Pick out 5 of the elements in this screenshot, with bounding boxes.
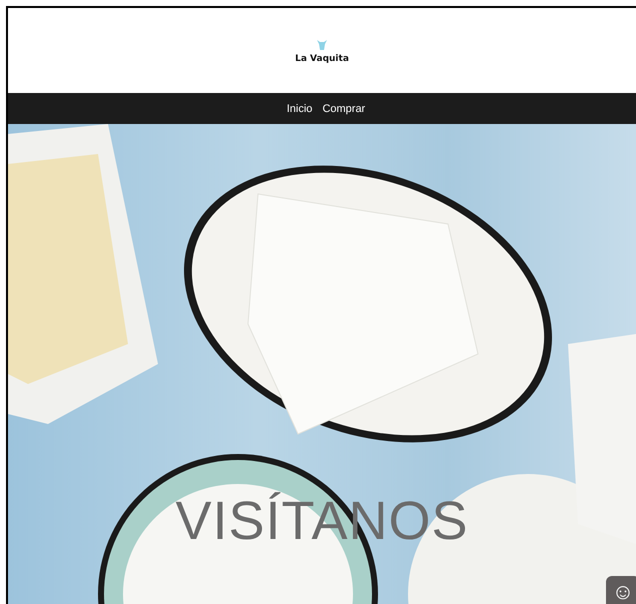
nav-link[interactable]: Comprar — [322, 102, 366, 114]
logo-text[interactable]: La Vaquita — [295, 54, 349, 64]
nav-link[interactable]: Inicio — [286, 102, 312, 114]
chat-button[interactable]: ☺ — [606, 576, 636, 604]
cow-logo-icon — [316, 38, 328, 52]
